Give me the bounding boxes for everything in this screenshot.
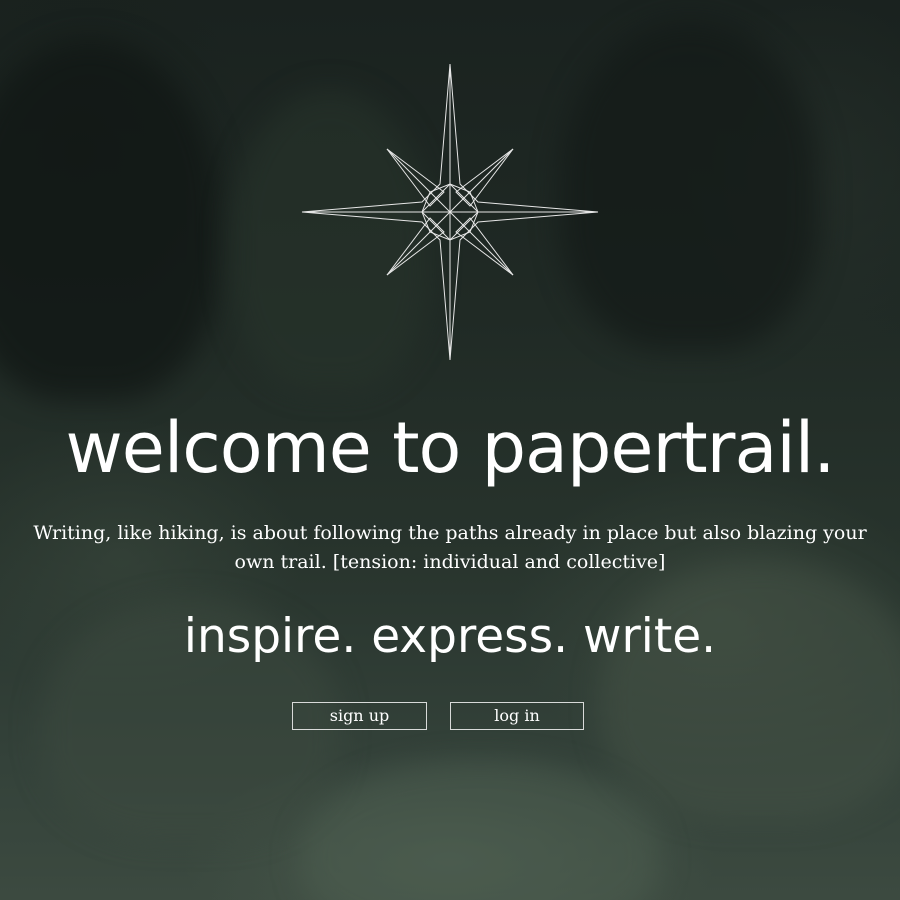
tagline: inspire. express. write. xyxy=(183,609,717,664)
sign-up-button[interactable]: sign up xyxy=(292,702,427,730)
page-title: welcome to papertrail. xyxy=(65,407,836,489)
compass-star-icon xyxy=(301,63,599,361)
log-in-button[interactable]: log in xyxy=(450,702,584,730)
intro-text: Writing, like hiking, is about following… xyxy=(33,522,867,573)
